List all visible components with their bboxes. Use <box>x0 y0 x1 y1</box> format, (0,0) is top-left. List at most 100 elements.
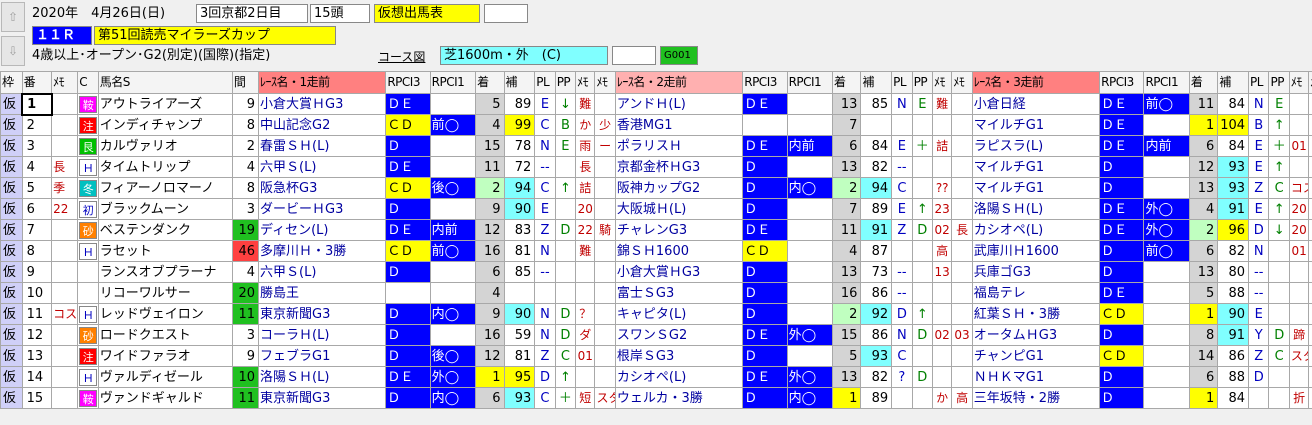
row-waku[interactable]: 仮 <box>0 240 23 262</box>
col-ho-2[interactable]: 補 <box>860 71 893 94</box>
race2-name[interactable]: カシオペ(L) <box>614 366 744 388</box>
race2-name[interactable]: ポラリスＨ <box>614 135 744 157</box>
race1-name[interactable]: 東京新聞G3 <box>258 303 387 325</box>
table-row[interactable]: 仮 7 砂ベステンダンク 19 ディセン(L) ＤＥ 内前 12 83 Z D 22 騎チャレンG3 ＤＥ… <box>0 219 1312 241</box>
race3-name[interactable]: ラピスラ(L) <box>971 135 1101 157</box>
course-extra-field[interactable] <box>612 46 656 65</box>
row-memo[interactable] <box>51 114 79 136</box>
row-horse-name[interactable]: ヴァルディゼール <box>97 366 233 388</box>
table-row[interactable]: 仮 1 鞍アウトライアーズ 9 小倉大賞ＨG3 ＤＥ 5 89 E ↓ 難アンドＨ(L) ＤＥ 13 85… <box>0 92 1312 116</box>
row-memo[interactable] <box>51 324 79 346</box>
race1-name[interactable]: 阪急杯G3 <box>258 177 387 199</box>
row-horse-name[interactable]: インディチャンプ <box>97 114 233 136</box>
col-rpci3-2[interactable]: RPCI3 <box>742 71 788 94</box>
row-waku[interactable]: 仮 <box>0 114 23 136</box>
race1-name[interactable]: 多摩川Ｈ・3勝 <box>258 240 387 262</box>
race1-name[interactable]: 中山記念G2 <box>258 114 387 136</box>
col-chaku-3[interactable]: 着 <box>1188 71 1219 94</box>
row-horse-name[interactable]: レッドヴェイロン <box>97 303 233 325</box>
row-horse-name[interactable]: アウトライアーズ <box>97 93 233 115</box>
col-ban[interactable]: 番 <box>21 71 53 94</box>
row-memo[interactable]: 22 <box>51 198 79 220</box>
race1-name[interactable]: ダービーＨG3 <box>258 198 387 220</box>
empty-field[interactable] <box>484 4 528 23</box>
race3-name[interactable]: マイルチG1 <box>971 177 1101 199</box>
row-horse-name[interactable]: ワイドファラオ <box>97 345 233 367</box>
table-row[interactable]: 仮 3 艮カルヴァリオ 2 春雷ＳＨ(L) Ｄ 15 78 N E 雨ーポラリスＨ ＤＥ 内前 6 84 E ＋… <box>0 135 1312 157</box>
race3-name[interactable]: 武庫川Ｈ1600 <box>971 240 1101 262</box>
race1-name[interactable]: フェブラG1 <box>258 345 387 367</box>
col-m1[interactable]: ﾒﾓ <box>575 71 596 94</box>
table-row[interactable]: 仮 14 Ｈ ヴァルディゼール 10 洛陽ＳＨ(L) ＤＥ 外◯ 1 95 D ↑ カシオペ(L) ＤＥ 外… <box>0 366 1312 388</box>
row-horse-name[interactable]: タイムトリップ <box>97 156 233 178</box>
col-m2-2[interactable]: ﾒﾓ <box>951 71 973 94</box>
table-row[interactable]: 仮 13 注ワイドファラオ 9 フェブラG1 Ｄ 後◯ 12 81 Z C 01 根岸ＳG3 Ｄ 5 93 C チ… <box>0 345 1312 367</box>
race1-name[interactable]: コーラＨ(L) <box>258 324 387 346</box>
col-pl[interactable]: PL <box>534 71 556 94</box>
col-rpci1[interactable]: RPCI1 <box>429 71 477 94</box>
row-waku[interactable]: 仮 <box>0 303 23 325</box>
race3-name[interactable]: マイルチG1 <box>971 114 1101 136</box>
row-memo[interactable] <box>51 93 79 115</box>
race2-name[interactable]: チャレンG3 <box>614 219 744 241</box>
race2-name[interactable]: スワンＳG2 <box>614 324 744 346</box>
race1-name[interactable]: 小倉大賞ＨG3 <box>258 93 387 115</box>
col-ho-3[interactable]: 補 <box>1217 71 1250 94</box>
race2-name[interactable]: 根岸ＳG3 <box>614 345 744 367</box>
row-waku[interactable]: 仮 <box>0 177 23 199</box>
race2-name[interactable]: アンドＨ(L) <box>614 93 744 115</box>
race2-name[interactable]: 香港MG1 <box>614 114 744 136</box>
col-m1-3[interactable]: ﾒﾓ <box>1288 71 1310 94</box>
row-memo[interactable] <box>51 282 79 304</box>
race2-name[interactable]: 小倉大賞ＨG3 <box>614 261 744 283</box>
nav-up-button[interactable]: ⇧ <box>1 2 25 32</box>
row-waku[interactable]: 仮 <box>0 387 23 409</box>
table-row[interactable]: 仮 10 リコーワルサー 20 勝島王 4 富士ＳG3 Ｄ 16 86 -- 福島テレ ＤＥ 5 88 -- <box>0 282 1312 304</box>
row-memo[interactable] <box>51 135 79 157</box>
row-horse-name[interactable]: ランスオブプラーナ <box>97 261 233 283</box>
race3-name[interactable]: 福島テレ <box>971 282 1101 304</box>
col-memo[interactable]: ﾒﾓ <box>51 71 79 94</box>
col-race3[interactable]: ﾚｰｽ名・3走前 <box>971 71 1101 94</box>
row-waku[interactable]: 仮 <box>0 93 23 115</box>
race2-name[interactable]: 錦ＳＨ1600 <box>614 240 744 262</box>
race3-name[interactable]: 三年坂特・2勝 <box>971 387 1101 409</box>
row-memo[interactable] <box>51 345 79 367</box>
row-horse-name[interactable]: カルヴァリオ <box>97 135 233 157</box>
race2-name[interactable]: 京都金杯ＨG3 <box>614 156 744 178</box>
table-row[interactable]: 仮 11 コス Ｈ レッドヴェイロン 11 東京新聞G3 Ｄ 内◯ 9 90 N D？キャピタ(L) Ｄ 2… <box>0 303 1312 325</box>
race2-name[interactable]: 大阪城Ｈ(L) <box>614 198 744 220</box>
col-race2[interactable]: ﾚｰｽ名・2走前 <box>614 71 744 94</box>
row-horse-name[interactable]: ベステンダンク <box>97 219 233 241</box>
race1-name[interactable]: 春雷ＳＨ(L) <box>258 135 387 157</box>
race3-name[interactable]: 洛陽ＳＨ(L) <box>971 198 1101 220</box>
row-waku[interactable]: 仮 <box>0 282 23 304</box>
col-waku[interactable]: 枠 <box>0 71 23 94</box>
race1-name[interactable]: 東京新聞G3 <box>258 387 387 409</box>
col-ho[interactable]: 補 <box>503 71 536 94</box>
col-m2[interactable]: ﾒﾓ <box>594 71 616 94</box>
table-row[interactable]: 仮 8 Ｈ ラセット 46 多摩川Ｈ・3勝 ＣＤ 前◯ 16 81 N 難錦ＳＨ1600 ＣＤ 4 87 高武… <box>0 240 1312 262</box>
race3-name[interactable]: 兵庫ゴG3 <box>971 261 1101 283</box>
col-chaku[interactable]: 着 <box>475 71 505 94</box>
table-row[interactable]: 仮 2 注インディチャンプ 8 中山記念G2 ＣＤ 前◯ 4 99 C B か少香港MG1 7 マイルチG… <box>0 114 1312 136</box>
col-kan[interactable]: 間 <box>231 71 260 94</box>
race2-name[interactable]: 富士ＳG3 <box>614 282 744 304</box>
race1-name[interactable]: 勝島王 <box>258 282 387 304</box>
col-rpci3-3[interactable]: RPCI3 <box>1099 71 1145 94</box>
race2-name[interactable]: ウェルカ・3勝 <box>614 387 744 409</box>
race1-name[interactable]: 六甲Ｓ(L) <box>258 261 387 283</box>
row-waku[interactable]: 仮 <box>0 261 23 283</box>
table-row[interactable]: 仮15鞍ヴァンドギャルド11東京新聞G3Ｄ内◯693C＋短スタウェルカ・3勝Ｄ内… <box>0 387 1312 409</box>
race3-name[interactable]: オータムＨG3 <box>971 324 1101 346</box>
table-row[interactable]: 仮 9 ランスオブプラーナ 4 六甲Ｓ(L) Ｄ 6 85 -- 小倉大賞ＨG3 Ｄ 13 73 -- 13… <box>0 261 1312 283</box>
row-memo[interactable]: 長 <box>51 156 79 178</box>
table-row[interactable]: 仮 6 22 初ブラックムーン 3 ダービーＨG3 Ｄ 9 90 E 20 大阪城Ｈ(L) Ｄ 7 89 E ↑… <box>0 198 1312 220</box>
race3-name[interactable]: カシオペ(L) <box>971 219 1101 241</box>
row-memo[interactable] <box>51 387 79 409</box>
col-chaku-2[interactable]: 着 <box>832 71 862 94</box>
table-row[interactable]: 仮 4 長 Ｈ タイムトリップ 4 六甲Ｓ(L) ＤＥ 11 72 -- 長京都金杯ＨG3 Ｄ 13 82-… <box>0 156 1312 178</box>
race3-name[interactable]: 紅葉ＳＨ・3勝 <box>971 303 1101 325</box>
col-rpci1-3[interactable]: RPCI1 <box>1143 71 1190 94</box>
row-memo[interactable] <box>51 366 79 388</box>
